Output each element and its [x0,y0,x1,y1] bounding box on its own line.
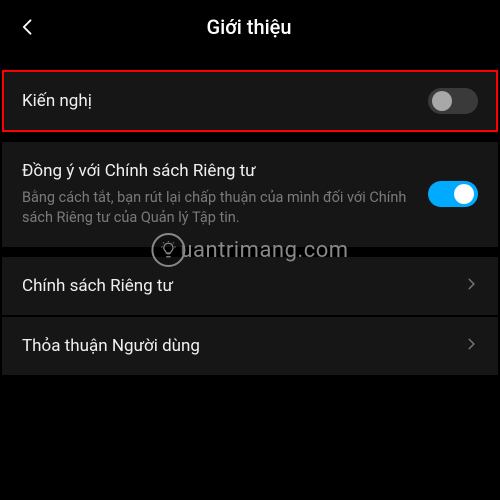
row-user-agreement[interactable]: Thỏa thuận Người dùng [2,317,498,375]
chevron-right-icon [464,276,478,295]
row-privacy-consent[interactable]: Đồng ý với Chính sách Riêng tư Bằng cách… [2,142,498,247]
row-recommendations[interactable]: Kiến nghị [2,70,498,132]
row-content: Chính sách Riêng tư [22,275,464,297]
separator [0,132,500,142]
row-label: Kiến nghị [22,90,416,112]
toggle-knob [432,91,452,111]
row-description: Bằng cách tắt, bạn rút lại chấp thuận củ… [22,188,416,229]
row-privacy-policy[interactable]: Chính sách Riêng tư [2,257,498,315]
row-label: Thỏa thuận Người dùng [22,335,452,357]
back-icon[interactable] [18,17,38,37]
row-content: Thỏa thuận Người dùng [22,335,464,357]
toggle-knob [454,184,474,204]
page-title: Giới thiệu [38,15,460,39]
toggle-recommendations[interactable] [428,88,478,114]
row-label: Đồng ý với Chính sách Riêng tư [22,160,416,182]
separator [0,247,500,257]
row-label: Chính sách Riêng tư [22,275,452,297]
row-content: Đồng ý với Chính sách Riêng tư Bằng cách… [22,160,428,229]
row-content: Kiến nghị [22,90,428,112]
toggle-privacy-consent[interactable] [428,181,478,207]
chevron-right-icon [464,336,478,355]
spacer [0,54,500,70]
header: Giới thiệu [0,0,500,54]
